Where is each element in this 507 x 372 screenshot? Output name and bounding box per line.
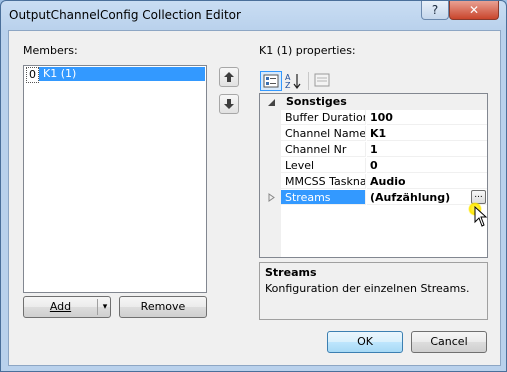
mouse-cursor-icon — [474, 206, 488, 227]
add-button[interactable]: Add ▾ — [23, 296, 111, 318]
property-name: Buffer Duration — [281, 110, 366, 125]
property-pages-icon — [314, 73, 330, 87]
property-value[interactable]: K1 — [367, 126, 487, 141]
property-value[interactable]: Audio — [367, 174, 487, 189]
property-pages-button[interactable] — [312, 71, 334, 91]
property-row-channel-nr[interactable]: Channel Nr 1 — [281, 142, 487, 158]
property-grid[interactable]: Sonstiges Buffer Duration 100 Channel Na… — [259, 93, 488, 258]
property-grid-gutter — [260, 94, 281, 257]
property-name: MMCSS Tasknar — [281, 174, 366, 189]
svg-text:Z: Z — [285, 81, 291, 90]
cancel-button-label: Cancel — [430, 335, 468, 348]
ok-button[interactable]: OK — [327, 331, 403, 353]
window-title: OutputChannelConfig Collection Editor — [9, 8, 241, 22]
description-panel: Streams Konfiguration der einzelnen Stre… — [259, 262, 488, 320]
property-row-streams[interactable]: Streams (Aufzählung) ... — [281, 190, 487, 206]
property-name: Streams — [281, 190, 366, 205]
move-down-button[interactable] — [219, 94, 239, 114]
cancel-button[interactable]: Cancel — [411, 331, 487, 353]
property-name: Level — [281, 158, 366, 173]
property-row-level[interactable]: Level 0 — [281, 158, 487, 174]
property-name: Channel Nr — [281, 142, 366, 157]
description-text: Konfiguration der einzelnen Streams. — [265, 282, 470, 295]
title-bar[interactable]: OutputChannelConfig Collection Editor ? … — [1, 1, 506, 29]
chevron-down-icon[interactable]: ▾ — [99, 297, 111, 317]
sort-alphabetical-icon: A Z — [285, 73, 301, 90]
list-item[interactable]: 0 K1 (1) — [25, 67, 205, 83]
remove-button-label: Remove — [140, 300, 186, 313]
property-value[interactable]: (Aufzählung) — [367, 190, 487, 205]
members-list[interactable]: 0 K1 (1) — [23, 65, 207, 293]
collection-editor-window: OutputChannelConfig Collection Editor ? … — [0, 0, 507, 372]
member-name: K1 (1) — [39, 67, 205, 81]
alphabetical-button[interactable]: A Z — [283, 71, 305, 91]
dialog-client-area: Members: 0 K1 (1) Add ▾ Remove K1 (1) pr… — [8, 30, 501, 366]
property-name: Channel Name — [281, 126, 366, 141]
category-header[interactable]: Sonstiges — [281, 94, 487, 110]
move-up-button[interactable] — [219, 67, 239, 87]
close-icon: ✕ — [468, 3, 480, 17]
categorized-button[interactable] — [260, 71, 282, 91]
toolbar-separator — [308, 72, 309, 90]
help-icon: ? — [431, 3, 439, 17]
properties-label: K1 (1) properties: — [259, 44, 356, 57]
property-row-buffer-duration[interactable]: Buffer Duration 100 — [281, 110, 487, 126]
ok-button-label: OK — [357, 335, 373, 348]
arrow-down-icon — [224, 99, 234, 109]
members-label: Members: — [23, 44, 78, 57]
collapse-triangle-icon[interactable] — [267, 98, 276, 107]
help-button[interactable]: ? — [421, 1, 449, 20]
member-index: 0 — [26, 67, 39, 83]
property-value[interactable]: 100 — [367, 110, 487, 125]
close-button[interactable]: ✕ — [449, 1, 499, 20]
expand-triangle-icon[interactable] — [268, 193, 276, 202]
add-button-divider — [97, 299, 98, 315]
description-title: Streams — [265, 266, 317, 279]
categorized-icon — [263, 74, 279, 88]
remove-button[interactable]: Remove — [119, 296, 207, 318]
property-value[interactable]: 1 — [367, 142, 487, 157]
property-row-channel-name[interactable]: Channel Name K1 — [281, 126, 487, 142]
property-row-mmcss-taskname[interactable]: MMCSS Tasknar Audio — [281, 174, 487, 190]
arrow-up-icon — [224, 72, 234, 82]
property-value[interactable]: 0 — [367, 158, 487, 173]
add-button-label: Add — [49, 300, 72, 313]
